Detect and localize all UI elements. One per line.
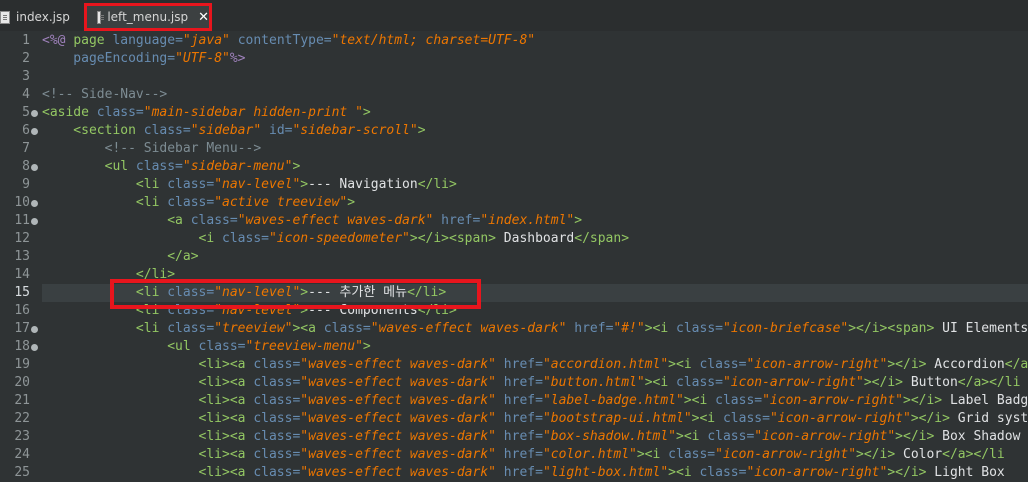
- code-editor[interactable]: 1 <%@ page language="java" contentType="t…: [0, 31, 1028, 480]
- line-number: 10: [14, 195, 30, 210]
- fold-toggle-icon[interactable]: [31, 110, 38, 117]
- line-number: 23: [14, 429, 30, 444]
- line-number: 20: [14, 375, 30, 390]
- line-number: 14: [14, 267, 30, 282]
- line-number: 6: [22, 123, 30, 138]
- code-line[interactable]: </a>: [42, 248, 198, 266]
- line-number: 17: [14, 321, 30, 336]
- line-number: 4: [22, 87, 30, 102]
- fold-toggle-icon[interactable]: [31, 164, 38, 171]
- line-number: 8: [22, 159, 30, 174]
- line-number: 25: [14, 465, 30, 480]
- code-line[interactable]: <aside class="main-sidebar hidden-print …: [42, 104, 371, 122]
- code-line[interactable]: <%@ page language="java" contentType="te…: [42, 32, 535, 50]
- code-line[interactable]: <li><a class="waves-effect waves-dark" h…: [42, 410, 1028, 428]
- code-line[interactable]: <li class="active treeview">: [42, 194, 355, 212]
- line-number: 21: [14, 393, 30, 408]
- tab-label: left_menu.jsp: [107, 10, 189, 24]
- code-line[interactable]: <li><a class="waves-effect waves-dark" h…: [42, 428, 1021, 446]
- line-number: 15: [14, 285, 30, 300]
- fold-toggle-icon[interactable]: [31, 200, 38, 207]
- line-number: 16: [14, 303, 30, 318]
- line-number: 7: [22, 141, 30, 156]
- line-number: 5: [22, 105, 30, 120]
- fold-toggle-icon[interactable]: [31, 344, 38, 351]
- line-number: 11: [14, 213, 30, 228]
- code-line[interactable]: <!-- Side-Nav-->: [42, 86, 167, 104]
- line-number: 2: [22, 51, 30, 66]
- jsp-file-icon: [0, 10, 10, 24]
- highlight-annotation: [110, 279, 481, 309]
- code-line[interactable]: <li><a class="waves-effect waves-dark" h…: [42, 446, 1005, 464]
- code-line[interactable]: pageEncoding="UTF-8"%>: [42, 50, 245, 68]
- tab-index-jsp[interactable]: index.jsp: [0, 4, 70, 30]
- line-number: 1: [22, 33, 30, 48]
- fold-toggle-icon[interactable]: [31, 218, 38, 225]
- code-line[interactable]: <li class="nav-level">--- Navigation</li…: [42, 176, 457, 194]
- code-line[interactable]: <ul class="treeview-menu">: [42, 338, 371, 356]
- line-number: 12: [14, 231, 30, 246]
- jsp-file-icon: [97, 10, 105, 24]
- line-number: 24: [14, 447, 30, 462]
- tab-label: index.jsp: [16, 10, 70, 24]
- code-line[interactable]: <i class="icon-speedometer"></i><span> D…: [42, 230, 630, 248]
- code-line[interactable]: <li><a class="waves-effect waves-dark" h…: [42, 392, 1028, 410]
- close-icon[interactable]: ✕: [198, 10, 209, 25]
- code-line[interactable]: <li><a class="waves-effect waves-dark" h…: [42, 356, 1028, 374]
- line-number: 22: [14, 411, 30, 426]
- code-line[interactable]: <li><a class="waves-effect waves-dark" h…: [42, 374, 1021, 392]
- line-number: 13: [14, 249, 30, 264]
- code-line[interactable]: <li><a class="waves-effect waves-dark" h…: [42, 464, 1005, 482]
- line-number: 19: [14, 357, 30, 372]
- line-number: 9: [22, 177, 30, 192]
- fold-toggle-icon[interactable]: [31, 326, 38, 333]
- code-line[interactable]: <ul class="sidebar-menu">: [42, 158, 301, 176]
- editor-tab-bar: index.jsp left_menu.jsp ✕: [0, 0, 1028, 32]
- code-line[interactable]: <li class="treeview"><a class="waves-eff…: [42, 320, 1028, 338]
- code-line[interactable]: <!-- Sidebar Menu-->: [42, 140, 262, 158]
- code-line[interactable]: <section class="sidebar" id="sidebar-scr…: [42, 122, 425, 140]
- line-number: 18: [14, 339, 30, 354]
- tab-left-menu-jsp[interactable]: left_menu.jsp ✕: [84, 3, 212, 31]
- code-line[interactable]: <a class="waves-effect waves-dark" href=…: [42, 212, 582, 230]
- fold-toggle-icon[interactable]: [31, 128, 38, 135]
- line-number: 3: [22, 69, 30, 84]
